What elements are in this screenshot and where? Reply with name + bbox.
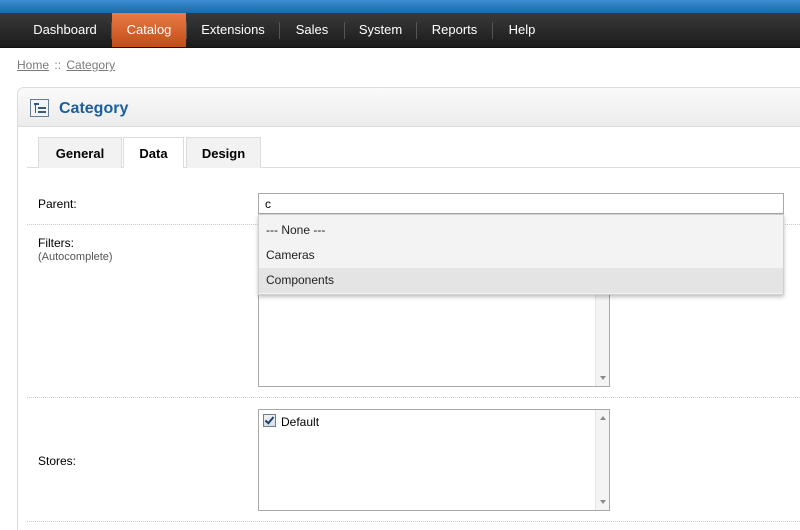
top-strip <box>0 0 800 13</box>
breadcrumb: Home :: Category <box>17 58 115 72</box>
breadcrumb-separator: :: <box>54 58 62 72</box>
tab-data[interactable]: Data <box>123 137 184 168</box>
stores-scrollbar[interactable] <box>595 410 609 510</box>
filters-label: Filters: <box>38 236 74 250</box>
menu-dashboard[interactable]: Dashboard <box>18 13 112 47</box>
tab-design[interactable]: Design <box>186 137 261 168</box>
autocomplete-option-highlighted[interactable]: Components <box>259 268 783 293</box>
row-divider <box>27 397 800 398</box>
filters-hint: (Autocomplete) <box>38 251 113 263</box>
parent-input[interactable] <box>258 193 784 214</box>
menu-catalog[interactable]: Catalog <box>112 13 186 47</box>
parent-label: Parent: <box>38 197 77 211</box>
store-default-label[interactable]: Default <box>281 415 319 429</box>
autocomplete-option[interactable]: Cameras <box>259 243 783 268</box>
scroll-down-icon[interactable] <box>600 376 606 380</box>
breadcrumb-home-link[interactable]: Home <box>17 58 49 72</box>
box-heading: Category <box>18 88 800 127</box>
row-divider <box>27 521 800 522</box>
scroll-down-icon[interactable] <box>600 500 606 504</box>
checkmark-icon <box>264 414 275 425</box>
menu-system[interactable]: System <box>345 13 416 47</box>
menu-extensions[interactable]: Extensions <box>187 13 279 47</box>
breadcrumb-category-link[interactable]: Category <box>66 58 115 72</box>
parent-autocomplete-dropdown: --- None --- Cameras Components <box>258 214 784 295</box>
store-default-checkbox[interactable] <box>263 414 276 427</box>
page-title: Category <box>59 100 129 117</box>
stores-list: Default <box>258 409 610 511</box>
tab-general[interactable]: General <box>38 137 122 168</box>
menu-help[interactable]: Help <box>493 13 551 47</box>
category-tree-icon <box>30 99 49 117</box>
main-menu: Dashboard Catalog Extensions Sales Syste… <box>0 13 800 48</box>
menu-sales[interactable]: Sales <box>280 13 344 47</box>
scroll-up-icon[interactable] <box>600 416 606 420</box>
menu-reports[interactable]: Reports <box>417 13 492 47</box>
autocomplete-option[interactable]: --- None --- <box>259 218 783 243</box>
stores-label: Stores: <box>38 454 77 468</box>
